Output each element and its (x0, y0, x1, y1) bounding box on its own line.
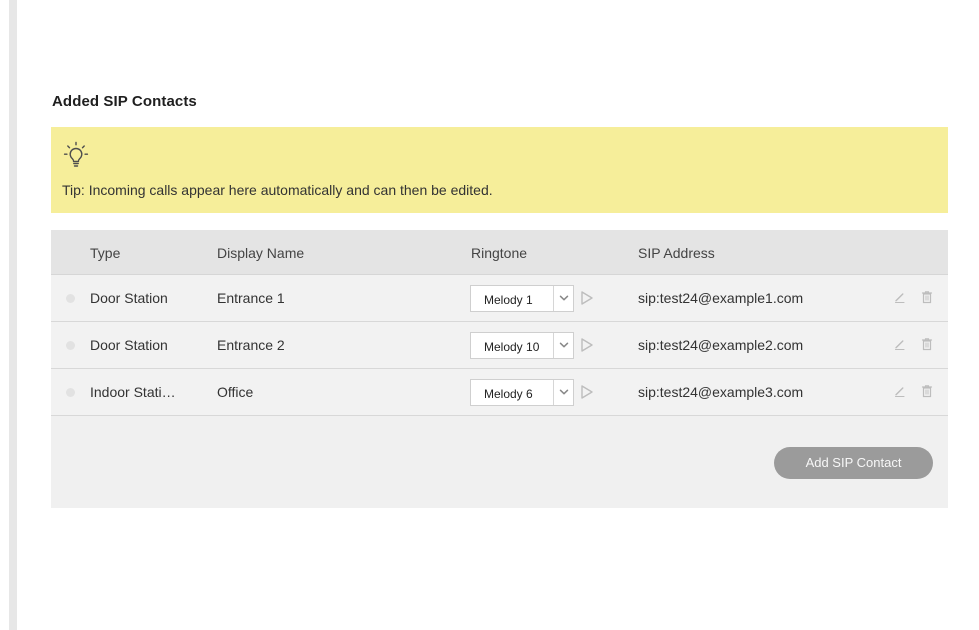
add-sip-contact-button[interactable]: Add SIP Contact (774, 447, 933, 479)
ringtone-value: Melody 10 (484, 340, 540, 354)
ringtone-value: Melody 1 (484, 293, 533, 307)
row-status-dot (66, 294, 75, 303)
ringtone-value: Melody 6 (484, 387, 533, 401)
sip-address-cell: sip:test24@example2.com (638, 337, 804, 353)
chevron-down-icon (559, 342, 569, 348)
sip-address-cell: sip:test24@example1.com (638, 290, 804, 306)
lightbulb-icon (63, 141, 89, 167)
sip-contacts-table: Type Display Name Ringtone SIP Address D… (51, 230, 948, 508)
trash-icon[interactable] (921, 337, 933, 351)
table-row[interactable]: Door Station Entrance 1 Melody 1 sip:tes… (51, 275, 948, 322)
display-name-cell: Entrance 1 (217, 290, 285, 306)
edit-icon[interactable] (894, 385, 906, 398)
column-header-sip-address: SIP Address (638, 245, 715, 261)
left-rail (9, 0, 17, 630)
edit-icon[interactable] (894, 291, 906, 304)
ringtone-divider (553, 286, 554, 311)
display-name-cell: Entrance 2 (217, 337, 285, 353)
tip-text: Tip: Incoming calls appear here automati… (62, 182, 493, 198)
column-header-type: Type (90, 245, 121, 261)
play-icon[interactable] (580, 384, 594, 400)
ringtone-select[interactable]: Melody 10 (470, 332, 574, 359)
ringtone-divider (553, 380, 554, 405)
trash-icon[interactable] (921, 290, 933, 304)
edit-icon[interactable] (894, 338, 906, 351)
type-cell: Indoor Stati… (90, 384, 176, 400)
column-header-ringtone: Ringtone (471, 245, 528, 261)
chevron-down-icon (559, 389, 569, 395)
chevron-down-icon (559, 295, 569, 301)
type-cell: Door Station (90, 337, 168, 353)
sip-address-cell: sip:test24@example3.com (638, 384, 804, 400)
section-title: Added SIP Contacts (52, 93, 197, 110)
row-status-dot (66, 341, 75, 350)
row-status-dot (66, 388, 75, 397)
tip-banner: Tip: Incoming calls appear here automati… (51, 127, 948, 213)
trash-icon[interactable] (921, 384, 933, 398)
table-header: Type Display Name Ringtone SIP Address (51, 230, 948, 275)
type-cell: Door Station (90, 290, 168, 306)
play-icon[interactable] (580, 290, 594, 306)
ringtone-select[interactable]: Melody 6 (470, 379, 574, 406)
table-row[interactable]: Door Station Entrance 2 Melody 10 sip:te… (51, 322, 948, 369)
table-row[interactable]: Indoor Stati… Office Melody 6 sip:test24… (51, 369, 948, 416)
column-header-display-name: Display Name (217, 245, 305, 261)
ringtone-select[interactable]: Melody 1 (470, 285, 574, 312)
play-icon[interactable] (580, 337, 594, 353)
ringtone-divider (553, 333, 554, 358)
display-name-cell: Office (217, 384, 254, 400)
